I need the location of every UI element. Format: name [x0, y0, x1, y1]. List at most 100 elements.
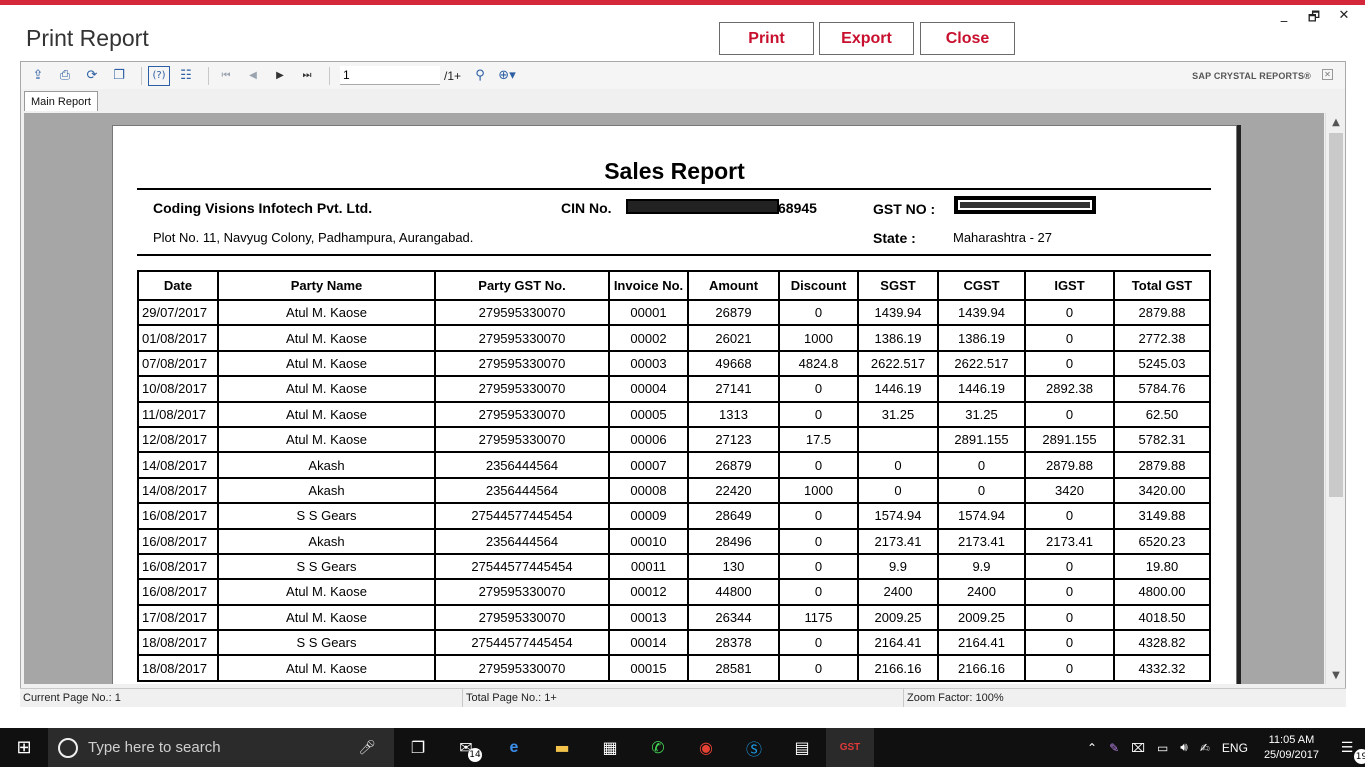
microphone-icon[interactable]: 🎤︎	[358, 740, 376, 756]
battery-icon[interactable]: ▭	[1157, 741, 1168, 755]
print-icon[interactable]: ⎙	[54, 66, 76, 86]
company-address: Plot No. 11, Navyug Colony, Padhampura, …	[153, 230, 474, 245]
table-cell: 279595330070	[434, 400, 610, 428]
table-cell: 2009.25	[937, 603, 1026, 632]
table-cell: 0	[778, 578, 859, 606]
table-cell: 1439.94	[937, 298, 1026, 327]
table-cell: 26344	[687, 603, 780, 632]
next-page-icon[interactable]: ▶	[269, 66, 291, 86]
task-view-icon[interactable]: ❐	[394, 728, 442, 767]
action-center-icon[interactable]: ☰ 19	[1329, 728, 1365, 767]
table-cell: Atul M. Kaose	[217, 603, 436, 632]
state-label: State :	[873, 230, 916, 246]
restore-button[interactable]: 🗗	[1307, 8, 1321, 30]
table-cell: 14/08/2017	[137, 476, 219, 505]
table-cell: 9.9	[857, 552, 939, 581]
show-hidden-icons-icon[interactable]: ⌃	[1087, 741, 1097, 755]
skype-icon[interactable]: Ⓢ	[730, 728, 778, 767]
notification-badge: 19	[1354, 749, 1365, 764]
ink-workspace-icon[interactable]: ✍	[1200, 741, 1210, 755]
table-cell: 17.5	[778, 425, 859, 454]
report-canvas: Sales Report Coding Visions Infotech Pvt…	[24, 113, 1324, 684]
chrome-icon[interactable]: ◉	[682, 728, 730, 767]
table-cell: 130	[687, 552, 780, 581]
file-explorer-icon[interactable]: ▬	[538, 728, 586, 767]
print-button[interactable]: Print	[719, 22, 814, 55]
brand-close-icon[interactable]: ✕	[1322, 69, 1333, 80]
whatsapp-icon[interactable]: ✆	[634, 728, 682, 767]
state-value: Maharashtra - 27	[953, 230, 1052, 245]
language-indicator[interactable]: ENG	[1222, 741, 1248, 755]
table-cell: 11/08/2017	[137, 400, 219, 428]
copy-icon[interactable]: ❐	[108, 66, 130, 86]
zoom-status: Zoom Factor: 100%	[907, 692, 1004, 704]
scroll-thumb[interactable]	[1329, 133, 1343, 497]
table-cell: 279595330070	[434, 324, 610, 352]
window-title: Print Report	[26, 25, 149, 51]
table-cell: 00006	[608, 425, 689, 454]
table-cell: 26879	[687, 451, 780, 479]
table-cell: 07/08/2017	[137, 349, 219, 378]
clock[interactable]: 11:05 AM 25/09/2017	[1264, 733, 1319, 763]
table-cell: 2891.155	[1024, 425, 1115, 454]
header-rule	[137, 254, 1211, 256]
table-cell: 27544577445454	[434, 552, 610, 581]
column-header: Party GST No.	[434, 270, 610, 301]
table-cell: 00015	[608, 654, 689, 682]
cin-redaction	[626, 199, 779, 214]
zoom-icon[interactable]: ⊕▾	[496, 66, 518, 86]
scroll-down-icon[interactable]: ▼	[1326, 666, 1346, 684]
table-cell: 0	[1024, 349, 1115, 378]
edge-icon[interactable]: e	[490, 728, 538, 767]
table-cell: 00002	[608, 324, 689, 352]
minimize-button[interactable]: _	[1277, 8, 1291, 30]
report-title: Sales Report	[604, 158, 745, 184]
prev-page-icon[interactable]: ◀	[242, 66, 264, 86]
table-cell: 0	[778, 527, 859, 555]
volume-icon[interactable]: 🔊︎	[1180, 740, 1188, 755]
taskbar-search[interactable]: Type here to search 🎤︎	[48, 728, 394, 767]
table-cell: 0	[857, 451, 939, 479]
table-cell: 31.25	[937, 400, 1026, 428]
calculator-icon[interactable]: ▦	[586, 728, 634, 767]
first-page-icon[interactable]: ⏮	[215, 66, 237, 86]
table-cell: 0	[778, 451, 859, 479]
table-cell: 0	[778, 298, 859, 327]
table-cell: 2891.155	[937, 425, 1026, 454]
vertical-scrollbar[interactable]: ▲ ▼	[1325, 113, 1345, 684]
table-cell: S S Gears	[217, 629, 436, 657]
close-window-button[interactable]: ✕	[1337, 8, 1351, 30]
pen-icon[interactable]: ✎	[1109, 741, 1119, 755]
find-icon[interactable]: ⚲	[469, 66, 491, 86]
table-cell: 4800.00	[1113, 578, 1211, 606]
export-button[interactable]: Export	[819, 22, 914, 55]
close-button[interactable]: Close	[920, 22, 1015, 55]
mail-icon[interactable]: ✉ 14	[442, 728, 490, 767]
page-count-label: /1+	[444, 68, 462, 83]
help-icon[interactable]: (?)	[148, 65, 170, 86]
refresh-icon[interactable]: ⟳	[81, 66, 103, 86]
table-cell: 44800	[687, 578, 780, 606]
table-cell: 10/08/2017	[137, 375, 219, 403]
table-cell: 28649	[687, 502, 780, 530]
last-page-icon[interactable]: ⏭	[296, 66, 318, 86]
windows-start-icon[interactable]: ⊞	[0, 728, 48, 767]
group-tree-icon[interactable]: ☷	[175, 66, 197, 86]
table-cell: 18/08/2017	[137, 654, 219, 682]
table-cell: 279595330070	[434, 578, 610, 606]
table-cell: 0	[1024, 629, 1115, 657]
gst-app-icon[interactable]: GST	[826, 728, 874, 767]
export-icon[interactable]: ⇪	[27, 66, 49, 86]
scroll-up-icon[interactable]: ▲	[1326, 113, 1346, 131]
current-page-status: Current Page No.: 1	[20, 689, 463, 707]
table-cell: 1313	[687, 400, 780, 428]
tab-main-report[interactable]: Main Report	[24, 91, 98, 111]
table-cell: 279595330070	[434, 349, 610, 378]
table-row: 16/08/2017 Akash 2356444564 00010 28496 0 2173…	[137, 527, 1211, 555]
settings-app-icon[interactable]: ▤	[778, 728, 826, 767]
page-number-input[interactable]	[340, 66, 440, 85]
network-icon[interactable]: ⌧	[1131, 741, 1145, 755]
table-cell: 27544577445454	[434, 502, 610, 530]
table-cell: 2356444564	[434, 476, 610, 505]
table-cell: 26021	[687, 324, 780, 352]
